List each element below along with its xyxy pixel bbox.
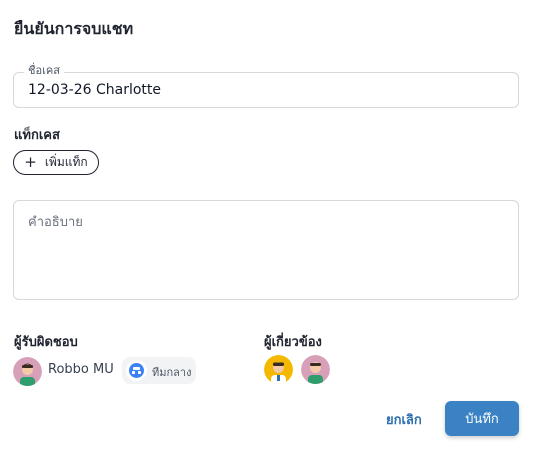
description-placeholder: คำอธิบาย <box>28 215 83 230</box>
person-avatar-icon <box>301 355 330 384</box>
team-name: ทีมกลาง <box>152 366 192 379</box>
description-textarea[interactable]: คำอธิบาย <box>13 200 519 300</box>
assignee-name: Robbo MU <box>48 362 114 377</box>
team-icon <box>126 360 147 381</box>
case-name-value[interactable]: 12-03-26 Charlotte <box>28 81 161 99</box>
person-avatar-icon <box>264 355 293 384</box>
save-button[interactable]: บันทึก <box>445 401 519 436</box>
add-tag-label: เพิ่มแท็ก <box>44 155 88 169</box>
case-name-field[interactable]: ชื่อเคส 12-03-26 Charlotte <box>13 64 519 108</box>
assignee-avatar[interactable] <box>13 357 42 386</box>
dialog-title: ยืนยันการจบแชท <box>14 19 134 38</box>
cancel-button[interactable]: ยกเลิก <box>386 409 422 430</box>
plus-icon: + <box>24 153 37 171</box>
assignee-label: ผู้รับผิดชอบ <box>14 335 78 350</box>
participant-avatar-2[interactable] <box>301 355 330 384</box>
tags-label: แท็กเคส <box>14 128 60 143</box>
person-avatar-icon <box>13 357 42 386</box>
team-chip[interactable]: ทีมกลาง <box>122 357 196 384</box>
participants-label: ผู้เกี่ยวข้อง <box>264 335 322 350</box>
add-tag-button[interactable]: + เพิ่มแท็ก <box>13 150 99 175</box>
case-name-label: ชื่อเคส <box>24 64 64 78</box>
participant-avatar-1[interactable] <box>264 355 293 384</box>
